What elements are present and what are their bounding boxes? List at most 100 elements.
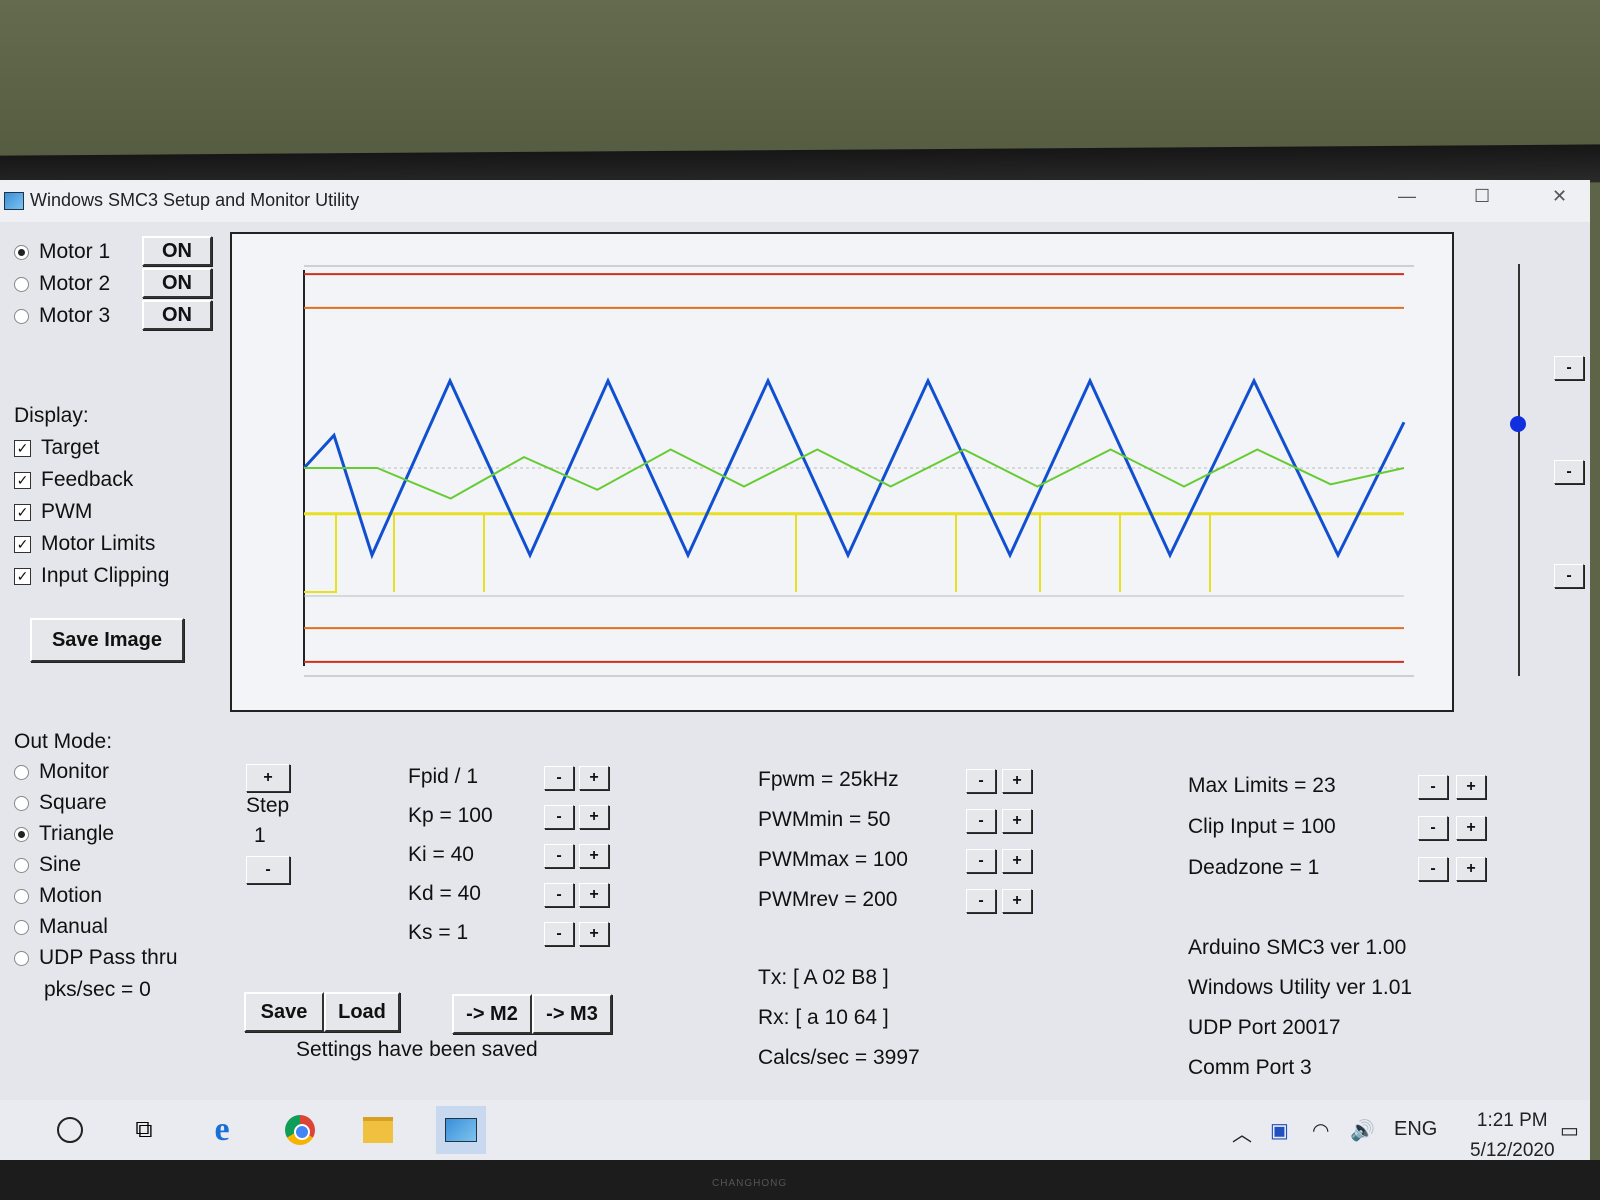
pks-per-sec: pks/sec = 0 [44, 978, 151, 1001]
zoom-slider-thumb[interactable] [1510, 416, 1526, 432]
checkmark-icon: ✓ [14, 503, 31, 521]
calcs-readout: Calcs/sec = 3997 [758, 1046, 920, 1069]
step-label: Step [246, 794, 290, 817]
udp-port: UDP Port 20017 [1188, 1016, 1341, 1039]
pwmrev-plus-button[interactable]: + [1002, 889, 1032, 913]
language-indicator[interactable]: ENG [1394, 1118, 1437, 1141]
save-image-button[interactable]: Save Image [30, 618, 184, 662]
maximize-icon[interactable]: ☐ [1474, 186, 1490, 207]
ki-minus-button[interactable]: - [544, 844, 574, 868]
tx-readout: Tx: [ A 02 B8 ] [758, 966, 889, 989]
fpid-minus-button[interactable]: - [544, 766, 574, 790]
clock[interactable]: 1:21 PM 5/12/2020 [1470, 1106, 1555, 1166]
motor-3-on-button[interactable]: ON [142, 300, 212, 330]
kd-label: Kd = 40 [408, 882, 481, 905]
ks-label: Ks = 1 [408, 921, 469, 944]
pwmmax-plus-button[interactable]: + [1002, 849, 1032, 873]
clip-input-label: Clip Input = 100 [1188, 815, 1336, 838]
mode-manual-radio[interactable]: Manual [14, 915, 108, 939]
deadzone-label: Deadzone = 1 [1188, 856, 1320, 879]
zoom-minus-button-3[interactable]: - [1554, 564, 1584, 588]
ks-plus-button[interactable]: + [579, 922, 609, 946]
checkmark-icon: ✓ [14, 535, 31, 553]
file-explorer-icon[interactable] [360, 1112, 396, 1148]
network-icon[interactable]: ◠ [1312, 1118, 1329, 1143]
pwmmax-minus-button[interactable]: - [966, 849, 996, 873]
edge-icon[interactable]: e [204, 1111, 240, 1148]
motor-3-radio[interactable]: Motor 3 [14, 304, 110, 328]
minimize-icon[interactable]: — [1398, 186, 1416, 207]
checkmark-icon: ✓ [14, 471, 31, 489]
zoom-minus-button-1[interactable]: - [1554, 356, 1584, 380]
monitor-tray-icon[interactable]: ▣ [1270, 1118, 1289, 1143]
title-bar: Windows SMC3 Setup and Monitor Utility —… [0, 180, 1590, 222]
deadzone-minus-button[interactable]: - [1418, 857, 1448, 881]
motor-2-radio[interactable]: Motor 2 [14, 272, 110, 296]
radio-icon [14, 276, 29, 292]
fpid-plus-button[interactable]: + [579, 766, 609, 790]
mode-motion-radio[interactable]: Motion [14, 884, 102, 908]
fpwm-minus-button[interactable]: - [966, 769, 996, 793]
step-plus-button[interactable]: + [246, 764, 290, 792]
step-minus-button[interactable]: - [246, 856, 290, 884]
motor-1-radio[interactable]: Motor 1 [14, 240, 110, 264]
kd-minus-button[interactable]: - [544, 883, 574, 907]
cortana-icon[interactable] [52, 1112, 88, 1148]
clip-input-plus-button[interactable]: + [1456, 816, 1486, 840]
monitor-plot [230, 232, 1454, 712]
copy-to-m3-button[interactable]: -> M3 [532, 994, 612, 1034]
status-message: Settings have been saved [296, 1038, 538, 1061]
mode-triangle-radio[interactable]: Triangle [14, 822, 114, 846]
task-view-icon[interactable]: ⧉ [126, 1112, 162, 1148]
notifications-icon[interactable]: ▭ [1560, 1118, 1579, 1143]
zoom-slider-track[interactable] [1518, 264, 1520, 676]
fpwm-plus-button[interactable]: + [1002, 769, 1032, 793]
pwmmin-plus-button[interactable]: + [1002, 809, 1032, 833]
motor-2-on-button[interactable]: ON [142, 268, 212, 298]
close-icon[interactable]: ✕ [1552, 186, 1567, 207]
mode-square-radio[interactable]: Square [14, 791, 107, 815]
feedback-checkbox[interactable]: ✓ Feedback [14, 468, 133, 492]
pwm-trace-start [304, 513, 337, 593]
motor-1-on-button[interactable]: ON [142, 236, 212, 266]
fpid-label: Fpid / 1 [408, 765, 479, 788]
tray-chevron-icon[interactable]: ︿ [1232, 1118, 1252, 1147]
clip-input-minus-button[interactable]: - [1418, 816, 1448, 840]
zoom-minus-button-2[interactable]: - [1554, 460, 1584, 484]
radio-icon [14, 888, 29, 904]
display-heading: Display: [14, 404, 89, 427]
input-clipping-checkbox[interactable]: ✓ Input Clipping [14, 564, 169, 588]
clock-time: 1:21 PM [1476, 1110, 1548, 1131]
smc3-utility-taskbar-icon[interactable] [436, 1106, 486, 1154]
max-limits-minus-button[interactable]: - [1418, 775, 1448, 799]
ks-minus-button[interactable]: - [544, 922, 574, 946]
app-icon [4, 192, 24, 210]
mode-monitor-radio[interactable]: Monitor [14, 760, 109, 784]
target-checkbox[interactable]: ✓ Target [14, 436, 99, 460]
pwm-checkbox[interactable]: ✓ PWM [14, 500, 92, 524]
arduino-version: Arduino SMC3 ver 1.00 [1188, 936, 1407, 959]
mode-udp-radio[interactable]: UDP Pass thru [14, 946, 178, 970]
copy-to-m2-button[interactable]: -> M2 [452, 994, 532, 1034]
pwmrev-minus-button[interactable]: - [966, 889, 996, 913]
pwmmin-label: PWMmin = 50 [758, 808, 891, 831]
max-limits-plus-button[interactable]: + [1456, 775, 1486, 799]
deadzone-plus-button[interactable]: + [1456, 857, 1486, 881]
ki-plus-button[interactable]: + [579, 844, 609, 868]
kp-label: Kp = 100 [408, 804, 493, 827]
monitor-bottom-bezel: CHANGHONG [0, 1160, 1600, 1200]
window-title: Windows SMC3 Setup and Monitor Utility [30, 190, 360, 210]
pwmmin-minus-button[interactable]: - [966, 809, 996, 833]
chrome-icon[interactable] [282, 1112, 318, 1148]
mode-sine-radio[interactable]: Sine [14, 853, 81, 877]
utility-version: Windows Utility ver 1.01 [1188, 976, 1413, 999]
radio-icon [14, 950, 29, 966]
volume-icon[interactable]: 🔊 [1350, 1118, 1375, 1143]
save-button[interactable]: Save [244, 992, 324, 1032]
kp-minus-button[interactable]: - [544, 805, 574, 829]
load-button[interactable]: Load [324, 992, 400, 1032]
motor-limits-checkbox[interactable]: ✓ Motor Limits [14, 532, 155, 556]
kd-plus-button[interactable]: + [579, 883, 609, 907]
checkmark-icon: ✓ [14, 567, 31, 585]
kp-plus-button[interactable]: + [579, 805, 609, 829]
